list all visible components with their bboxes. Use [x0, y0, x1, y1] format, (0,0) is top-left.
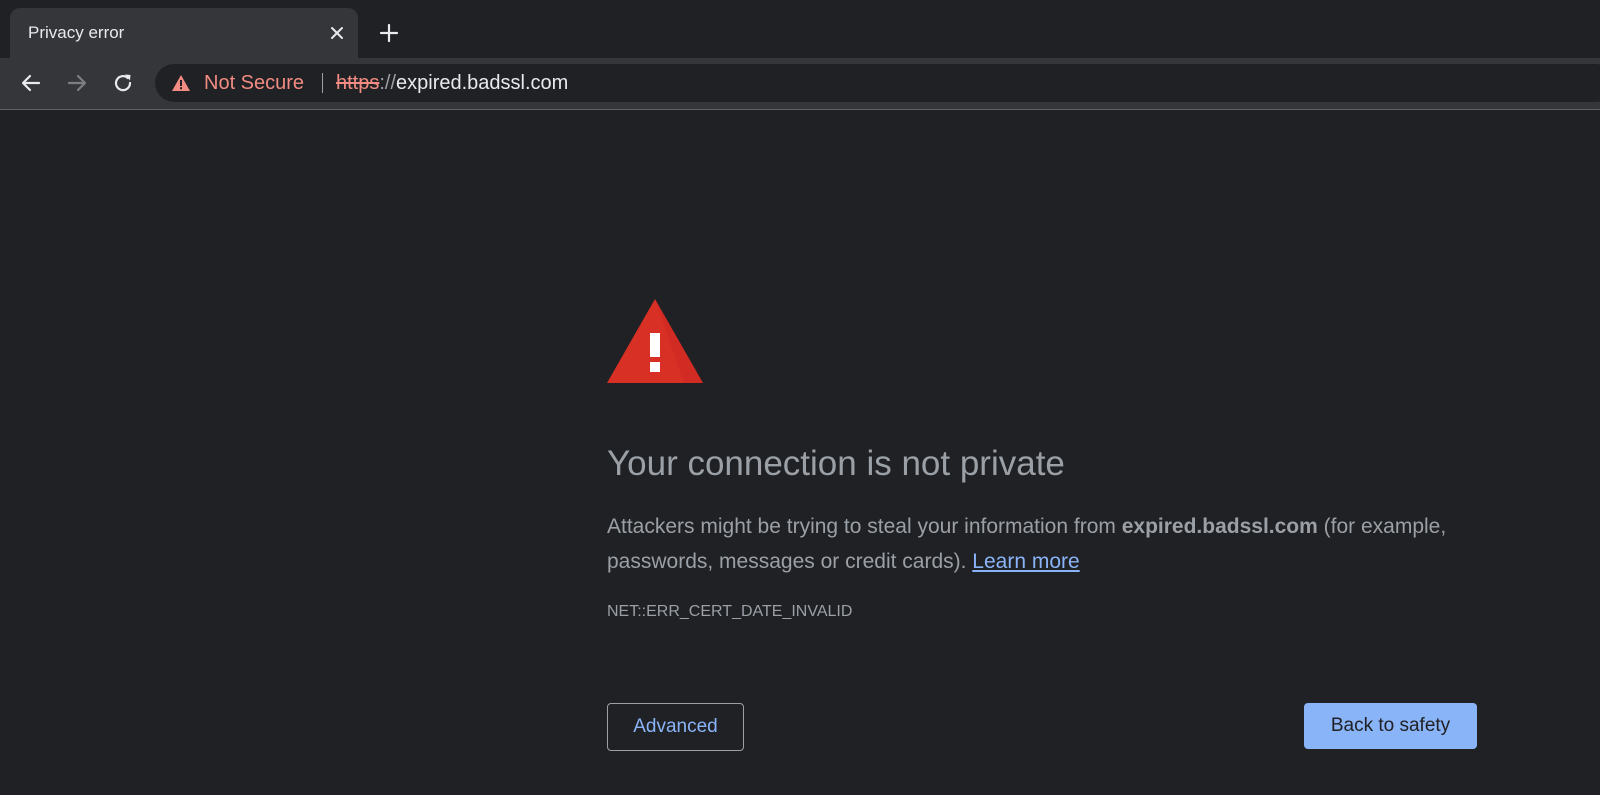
omnibox-divider	[322, 73, 323, 93]
error-code: NET::ERR_CERT_DATE_INVALID	[607, 603, 853, 620]
browser-toolbar: Not Secure https://expired.badssl.com	[0, 58, 1600, 110]
warning-triangle-icon[interactable]	[171, 74, 191, 92]
plus-icon[interactable]	[376, 20, 402, 46]
page-title: Your connection is not private	[607, 444, 1065, 483]
tab-title: Privacy error	[28, 23, 125, 42]
tab-privacy-error[interactable]: Privacy error	[10, 8, 358, 58]
url-text[interactable]: https://expired.badssl.com	[336, 72, 568, 94]
red-warning-triangle-icon	[606, 299, 704, 385]
close-icon[interactable]	[326, 22, 348, 44]
url-scheme: https	[336, 72, 380, 94]
url-separator: ://	[379, 72, 397, 94]
reload-icon[interactable]	[109, 69, 137, 97]
url-host: expired.badssl.com	[396, 72, 569, 94]
description-text: Attackers might be trying to steal your …	[607, 515, 1122, 538]
advanced-button[interactable]: Advanced	[607, 703, 744, 751]
warning-description: Attackers might be trying to steal your …	[607, 509, 1447, 579]
description-host: expired.badssl.com	[1121, 515, 1318, 538]
address-bar[interactable]: Not Secure https://expired.badssl.com	[155, 64, 1600, 102]
learn-more-link[interactable]: Learn more	[972, 550, 1079, 573]
interstitial-page: Your connection is not private Attackers…	[0, 111, 1600, 795]
tab-strip: Privacy error	[0, 0, 1600, 58]
arrow-left-icon[interactable]	[17, 69, 45, 97]
back-to-safety-button[interactable]: Back to safety	[1304, 703, 1477, 749]
arrow-right-icon[interactable]	[63, 69, 91, 97]
not-secure-label[interactable]: Not Secure	[204, 72, 304, 94]
